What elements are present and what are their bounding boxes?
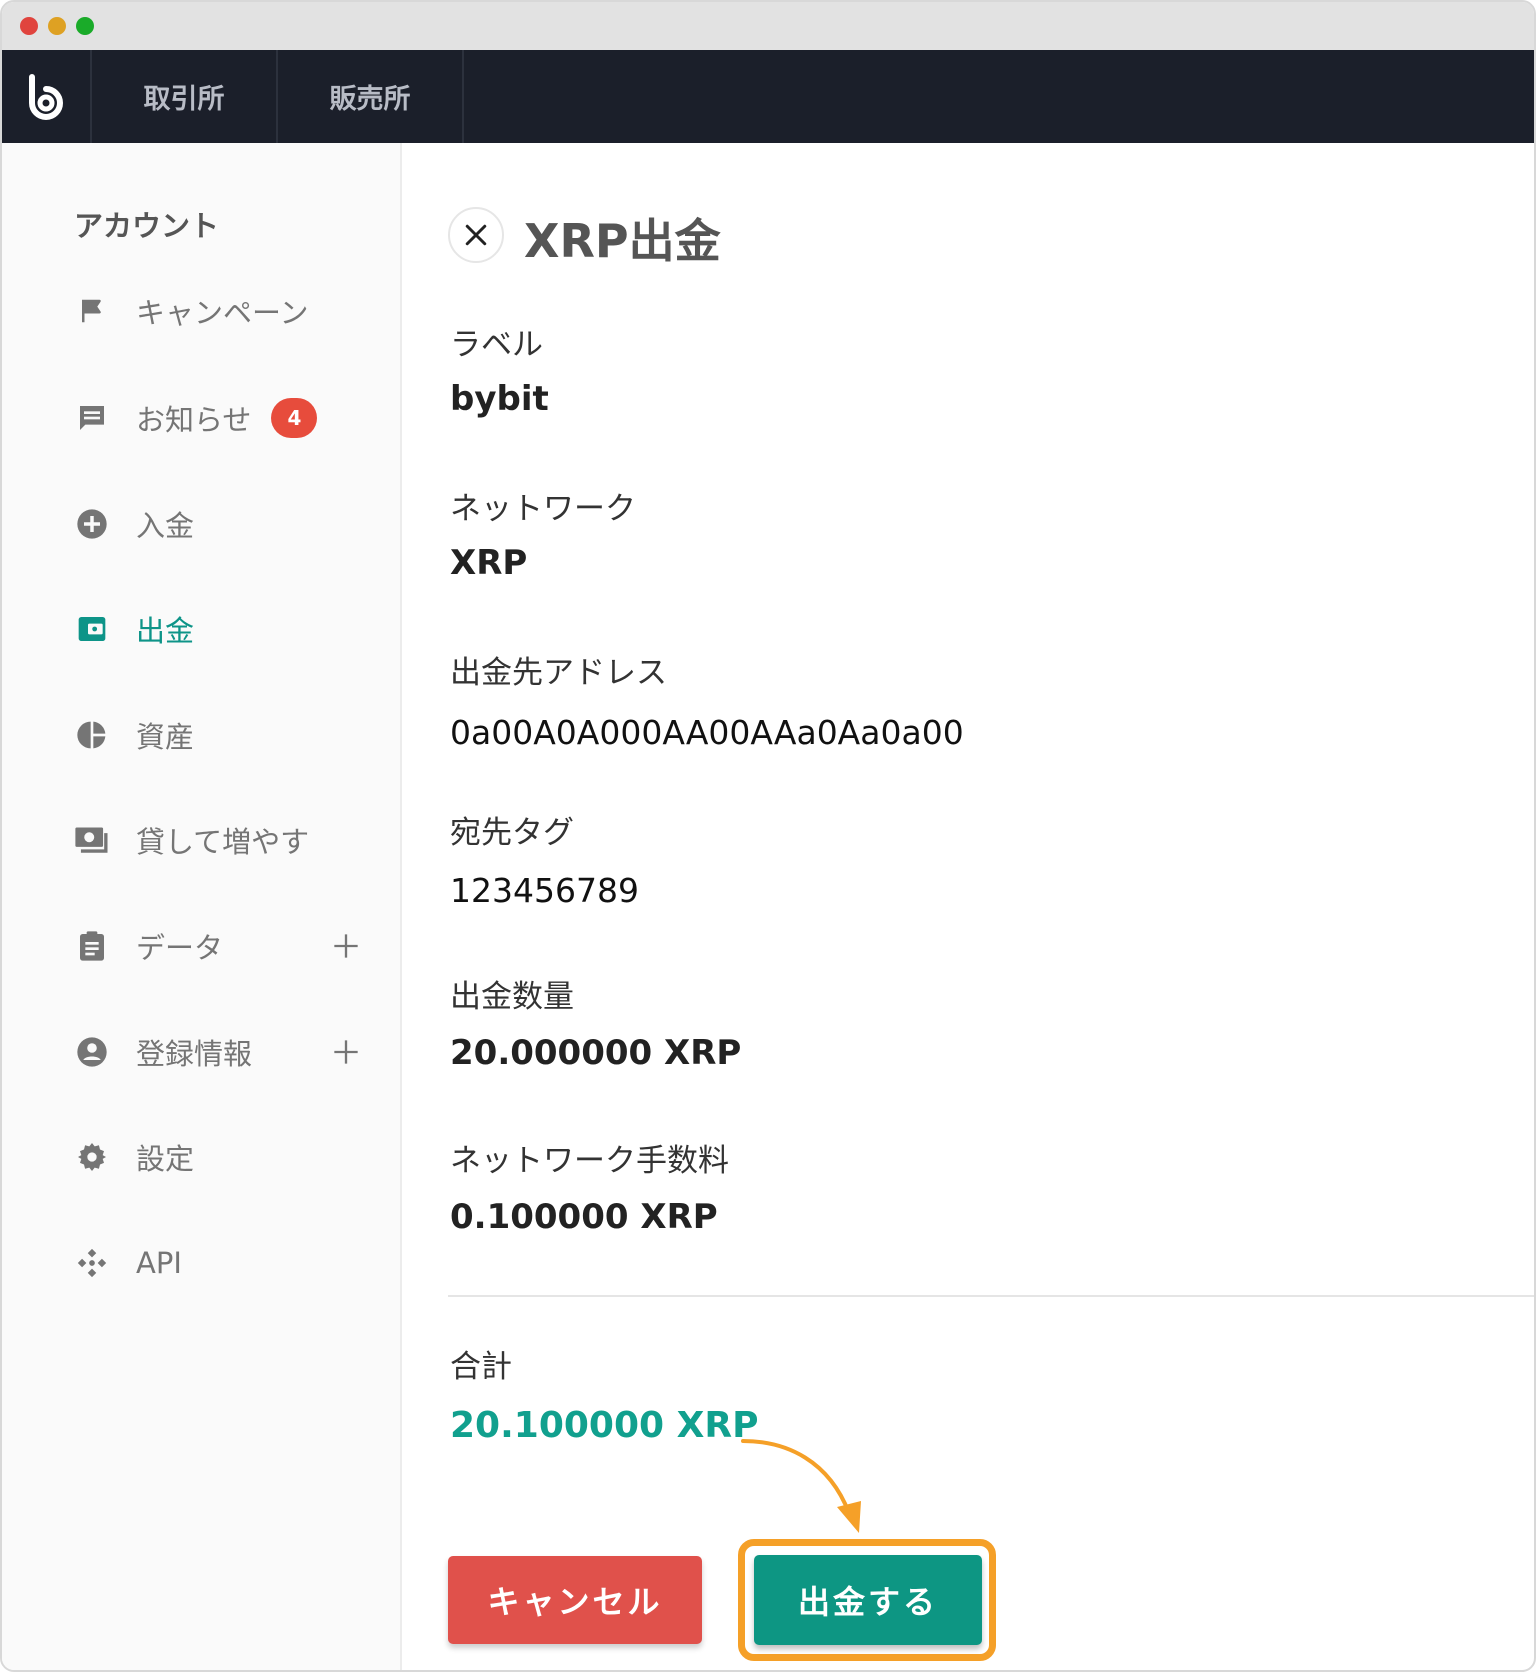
- pie-chart-icon: [72, 715, 112, 755]
- gear-icon: [72, 1137, 112, 1177]
- close-icon: [465, 224, 487, 246]
- account-icon: [72, 1032, 112, 1072]
- sidebar-item-label: お知らせ: [136, 403, 252, 437]
- sidebar-item-withdraw[interactable]: 出金: [72, 601, 382, 657]
- sidebar-item-settings[interactable]: 設定: [72, 1129, 382, 1185]
- amount-field-value: 20.000000 XRP: [450, 1033, 742, 1073]
- money-icon: [72, 820, 112, 860]
- pointer-arrow-icon: [741, 1439, 861, 1533]
- sidebar-item-deposit[interactable]: 入金: [72, 496, 382, 552]
- sidebar-item-data[interactable]: データ: [72, 918, 382, 974]
- sidebar-item-label: API: [136, 1246, 182, 1280]
- sidebar-heading: アカウント: [74, 209, 220, 243]
- flag-icon: [72, 291, 112, 331]
- window-titlebar: [2, 2, 1534, 50]
- expand-plus-icon[interactable]: [326, 926, 366, 966]
- brand-logo[interactable]: [2, 50, 92, 143]
- page-title: XRP出金: [524, 214, 721, 268]
- sidebar-item-news[interactable]: お知らせ 4: [72, 390, 382, 446]
- sidebar-item-label: 出金: [136, 614, 195, 648]
- sidebar-item-label: 貸して増やす: [136, 825, 310, 859]
- network-field-value: XRP: [450, 543, 528, 583]
- bitbank-logo-icon: [29, 73, 63, 120]
- app-window: 取引所 販売所 アカウント キャンペーン お知らせ 4 入金 出金 資産 貸して…: [0, 0, 1536, 1672]
- api-icon: [72, 1243, 112, 1283]
- amount-field-label: 出金数量: [450, 979, 574, 1015]
- tag-field-value: 123456789: [450, 871, 639, 910]
- message-icon: [72, 398, 112, 438]
- close-window-button[interactable]: [20, 17, 38, 35]
- total-value: 20.100000 XRP: [450, 1405, 759, 1446]
- minimize-window-button[interactable]: [48, 17, 66, 35]
- tag-field-label: 宛先タグ: [450, 815, 574, 851]
- sidebar-item-label: データ: [136, 931, 224, 965]
- cancel-button[interactable]: キャンセル: [448, 1556, 702, 1644]
- sidebar-item-profile[interactable]: 登録情報: [72, 1024, 382, 1080]
- notification-badge: 4: [271, 398, 318, 438]
- maximize-window-button[interactable]: [76, 17, 94, 35]
- sidebar-item-label: 設定: [136, 1142, 195, 1176]
- fee-field-value: 0.100000 XRP: [450, 1197, 718, 1237]
- network-field-label: ネットワーク: [450, 491, 636, 527]
- clipboard-icon: [72, 926, 112, 966]
- address-field-value: 0a00A0A000AA00AAa0Aa0a00: [450, 713, 964, 752]
- label-field-label: ラベル: [450, 327, 543, 363]
- label-field-value: bybit: [450, 379, 549, 419]
- sidebar-item-label: 登録情報: [136, 1037, 253, 1071]
- close-button[interactable]: [448, 207, 504, 263]
- plus-circle-icon: [72, 504, 112, 544]
- fee-field-label: ネットワーク手数料: [450, 1143, 729, 1179]
- sidebar-item-api[interactable]: API: [72, 1235, 382, 1291]
- sidebar-item-label: 入金: [136, 509, 195, 543]
- sidebar: アカウント キャンペーン お知らせ 4 入金 出金 資産 貸して増やす データ …: [2, 143, 402, 1670]
- sidebar-item-assets[interactable]: 資産: [72, 707, 382, 763]
- tab-exchange[interactable]: 取引所: [92, 50, 278, 143]
- tab-broker[interactable]: 販売所: [278, 50, 464, 143]
- sidebar-item-label: 資産: [136, 720, 195, 754]
- wallet-icon: [72, 609, 112, 649]
- sidebar-item-lending[interactable]: 貸して増やす: [72, 812, 382, 868]
- sidebar-item-campaign[interactable]: キャンペーン: [72, 283, 382, 339]
- divider: [448, 1295, 1534, 1297]
- withdraw-submit-button[interactable]: 出金する: [754, 1555, 982, 1645]
- sidebar-item-label: キャンペーン: [136, 296, 309, 330]
- expand-plus-icon[interactable]: [326, 1032, 366, 1072]
- top-navigation: 取引所 販売所: [2, 50, 1534, 143]
- address-field-label: 出金先アドレス: [450, 655, 667, 691]
- withdraw-confirm-panel: XRP出金 ラベル bybit ネットワーク XRP 出金先アドレス 0a00A…: [402, 143, 1534, 1670]
- total-label: 合計: [450, 1349, 512, 1385]
